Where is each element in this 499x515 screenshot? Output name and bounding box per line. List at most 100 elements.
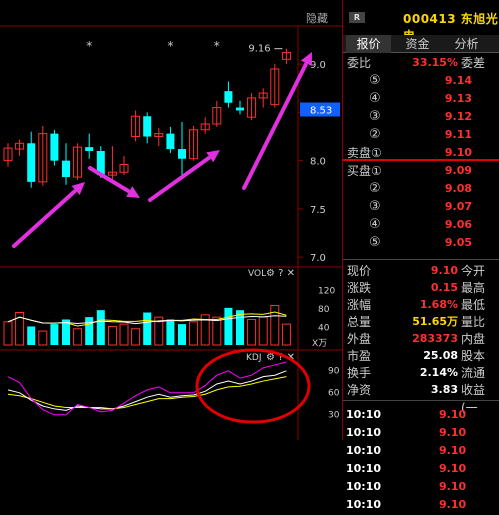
buy-level-label: ④ (369, 217, 381, 232)
stock-header: R 000413 东旭光电 (343, 5, 499, 43)
sell-level-row[interactable]: ② 9.11 (343, 126, 499, 144)
volume-bar (143, 312, 152, 345)
volume-bar (107, 325, 117, 346)
trade-separator (343, 400, 499, 401)
quote-label-right: 内盘 (461, 332, 486, 346)
current-price-label: 8.53 (310, 105, 332, 116)
volume-bar (27, 326, 36, 345)
quote-label: 外盘 (347, 332, 372, 346)
volume-bar (119, 323, 129, 346)
quote-label: 净资 (347, 383, 372, 397)
quote-value: 0.15 (430, 281, 458, 294)
quote-value: 2.14% (419, 366, 458, 379)
vol-unit-label: X万 (312, 339, 327, 349)
sell-level-row[interactable]: ③ 9.12 (343, 108, 499, 126)
price-tick-label: 9.0 (310, 60, 326, 71)
buy-level-label: 买盘① (347, 164, 382, 178)
sell-level-row[interactable]: ⑤ 9.14 (343, 72, 499, 90)
quote-value: 3.83 (430, 383, 458, 396)
tab-quote[interactable]: 报价 (346, 35, 391, 53)
quote-label: 涨幅 (347, 298, 372, 312)
kline-chart[interactable]: 9.08.58.07.57.08.53***9.16VOL⚙ ? ✕120804… (0, 0, 342, 440)
candle-body (143, 116, 152, 137)
volume-bar (270, 305, 280, 346)
volume-bar (38, 330, 48, 346)
quote-label-right: 今开 (461, 264, 486, 278)
volume-bar (131, 328, 141, 346)
vol-tick-label: 80 (318, 305, 330, 315)
quote-separator (343, 259, 499, 260)
kdj-label: KDJ (246, 353, 262, 363)
quote-label: 涨跌 (347, 281, 372, 295)
star-mark: * (86, 39, 92, 53)
sell-level-label: ② (369, 127, 381, 142)
volume-bar (166, 319, 175, 345)
price-tick-label: 7.0 (310, 253, 326, 264)
volume-bar (281, 323, 291, 346)
trade-price: 9.10 (439, 498, 467, 511)
buy-level-row[interactable]: ④ 9.06 (343, 216, 499, 234)
quote-row: 现价 9.10 今开 (343, 262, 499, 280)
vol-panel-icons: ⚙ ? ✕ (266, 268, 295, 279)
quote-label-right: 流通 (461, 366, 486, 380)
volume-bar (50, 324, 59, 345)
buy-level-price: 9.08 (444, 182, 472, 195)
quote-row: 总量 51.65万 量比 (343, 313, 499, 331)
tab-funds[interactable]: 资金 (395, 35, 440, 53)
kdj-tick-label: 60 (328, 388, 340, 398)
star-mark: * (214, 39, 220, 53)
quote-label: 市盈 (347, 349, 372, 363)
buy-level-row[interactable]: ⑤ 9.05 (343, 234, 499, 252)
buy-level-price: 9.06 (444, 218, 472, 231)
quote-value: 283373 (412, 332, 458, 345)
price-tick-label: 7.5 (310, 205, 326, 216)
tab-analysis[interactable]: 分析 (444, 35, 489, 53)
quote-value: 51.65万 (412, 315, 458, 328)
sell-level-label: ④ (369, 91, 381, 106)
candle-body (178, 149, 186, 159)
quote-label-right: 股本 (461, 349, 486, 363)
star-mark: * (167, 39, 173, 53)
candle-body (166, 133, 175, 150)
r-tag: R (349, 12, 365, 23)
trade-time: 10:10 (346, 498, 382, 511)
quote-label: 现价 (347, 264, 372, 278)
sell-level-price: 9.14 (444, 74, 472, 87)
quote-row: 换手 2.14% 流通 (343, 364, 499, 382)
buy-level-price: 9.05 (444, 236, 472, 249)
vol-label: VOL (248, 269, 266, 279)
volume-bar (247, 318, 257, 346)
quote-row: 涨跌 0.15 最高 (343, 279, 499, 297)
candle-body (27, 143, 36, 182)
quote-row: 外盘 283373 内盘 (343, 330, 499, 348)
quote-value: 25.08 (423, 349, 458, 362)
kdj-j-line (7, 361, 287, 416)
sell-level-price: 9.12 (444, 110, 472, 123)
sell-level-price: 9.11 (444, 128, 472, 141)
trend-arrow-shaft (88, 166, 130, 193)
buy-level-label: ⑤ (369, 235, 381, 250)
buy-level-row[interactable]: 买盘① 9.09 (343, 162, 499, 180)
kdj-d-line (7, 376, 287, 410)
hide-button[interactable]: 隐藏 (306, 10, 328, 26)
kdj-tick-label: 30 (328, 410, 340, 420)
vol-tick-label: 40 (318, 323, 330, 333)
volume-bar (258, 316, 268, 346)
book-separator (343, 159, 499, 161)
sell-level-label: ③ (369, 109, 381, 124)
buy-level-row[interactable]: ② 9.08 (343, 180, 499, 198)
candle-body (50, 133, 59, 161)
panel-tabs: 报价 资金 分析 (343, 35, 499, 53)
volume-bar (224, 307, 233, 345)
buy-level-row[interactable]: ③ 9.07 (343, 198, 499, 216)
quote-label-right: 最低 (461, 298, 486, 312)
volume-bar (212, 316, 222, 346)
candle-body (85, 147, 94, 151)
quote-label-right: 量比 (461, 315, 486, 329)
quote-label: 总量 (347, 315, 372, 329)
quote-value: 9.10 (430, 264, 458, 277)
buy-level-label: ② (369, 181, 381, 196)
volume-bar (178, 324, 186, 345)
sell-level-row[interactable]: ④ 9.13 (343, 90, 499, 108)
quote-row: 市盈 25.08 股本 (343, 347, 499, 365)
